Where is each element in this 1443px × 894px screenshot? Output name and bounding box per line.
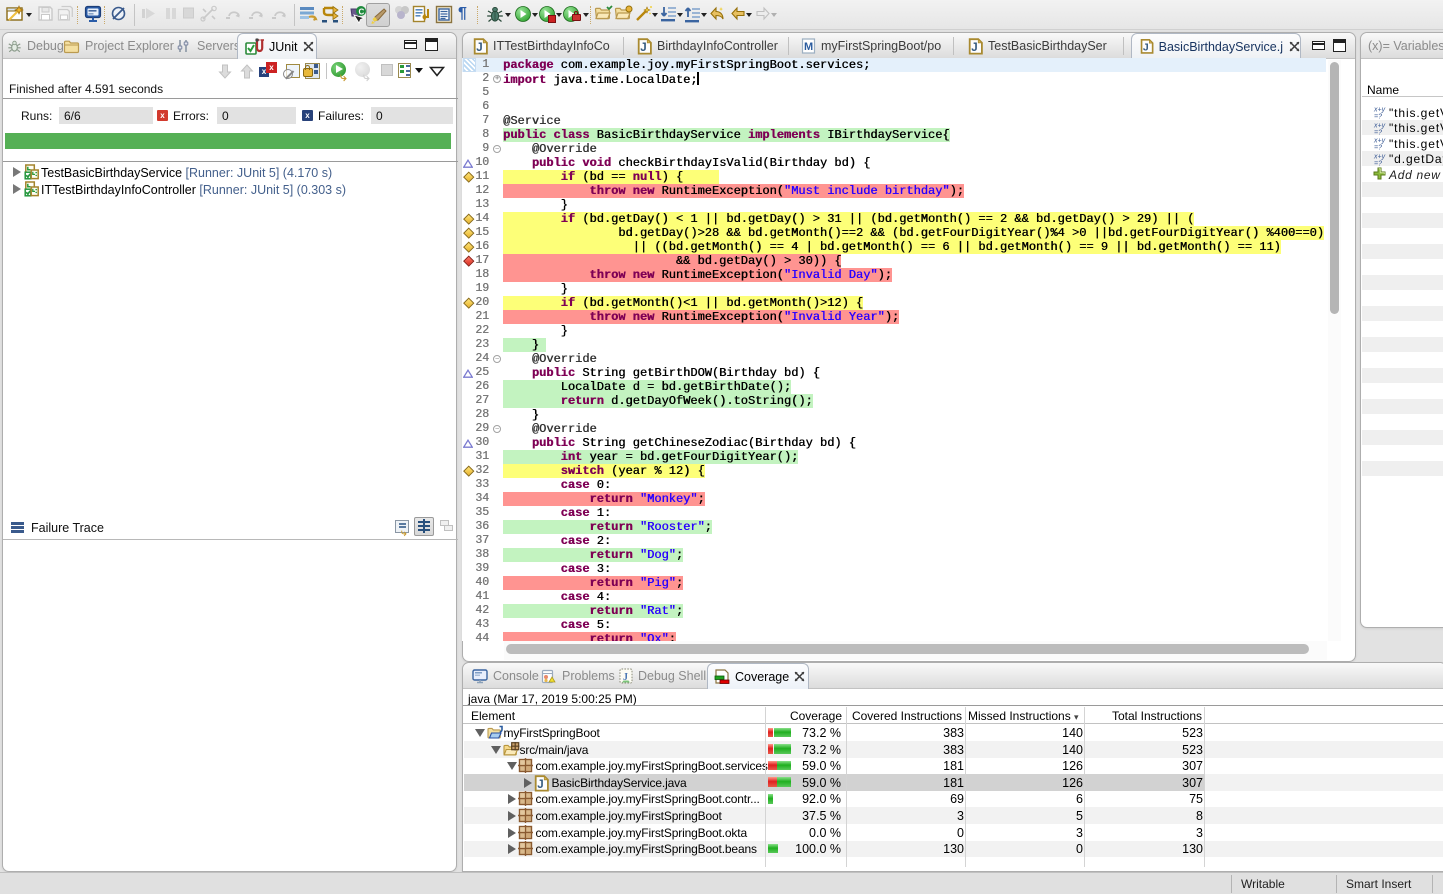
svg-text:J: J <box>476 41 482 53</box>
svg-text:J: J <box>640 41 646 53</box>
svg-text:=?: =? <box>1374 114 1382 120</box>
svg-text:J: J <box>1143 42 1149 53</box>
svg-text:=?: =? <box>1374 145 1382 151</box>
svg-text:x+y: x+y <box>1373 138 1386 145</box>
svg-text:J: J <box>537 778 543 790</box>
svg-text:=?: =? <box>1374 129 1382 135</box>
svg-text:=?: =? <box>1374 160 1382 166</box>
svg-text:x+y: x+y <box>1373 153 1386 160</box>
svg-text:C: C <box>359 8 365 17</box>
svg-text:M: M <box>804 41 813 53</box>
svg-text:J: J <box>971 41 977 53</box>
svg-text:x+y: x+y <box>1373 107 1386 114</box>
svg-text:x+y: x+y <box>1373 122 1386 129</box>
